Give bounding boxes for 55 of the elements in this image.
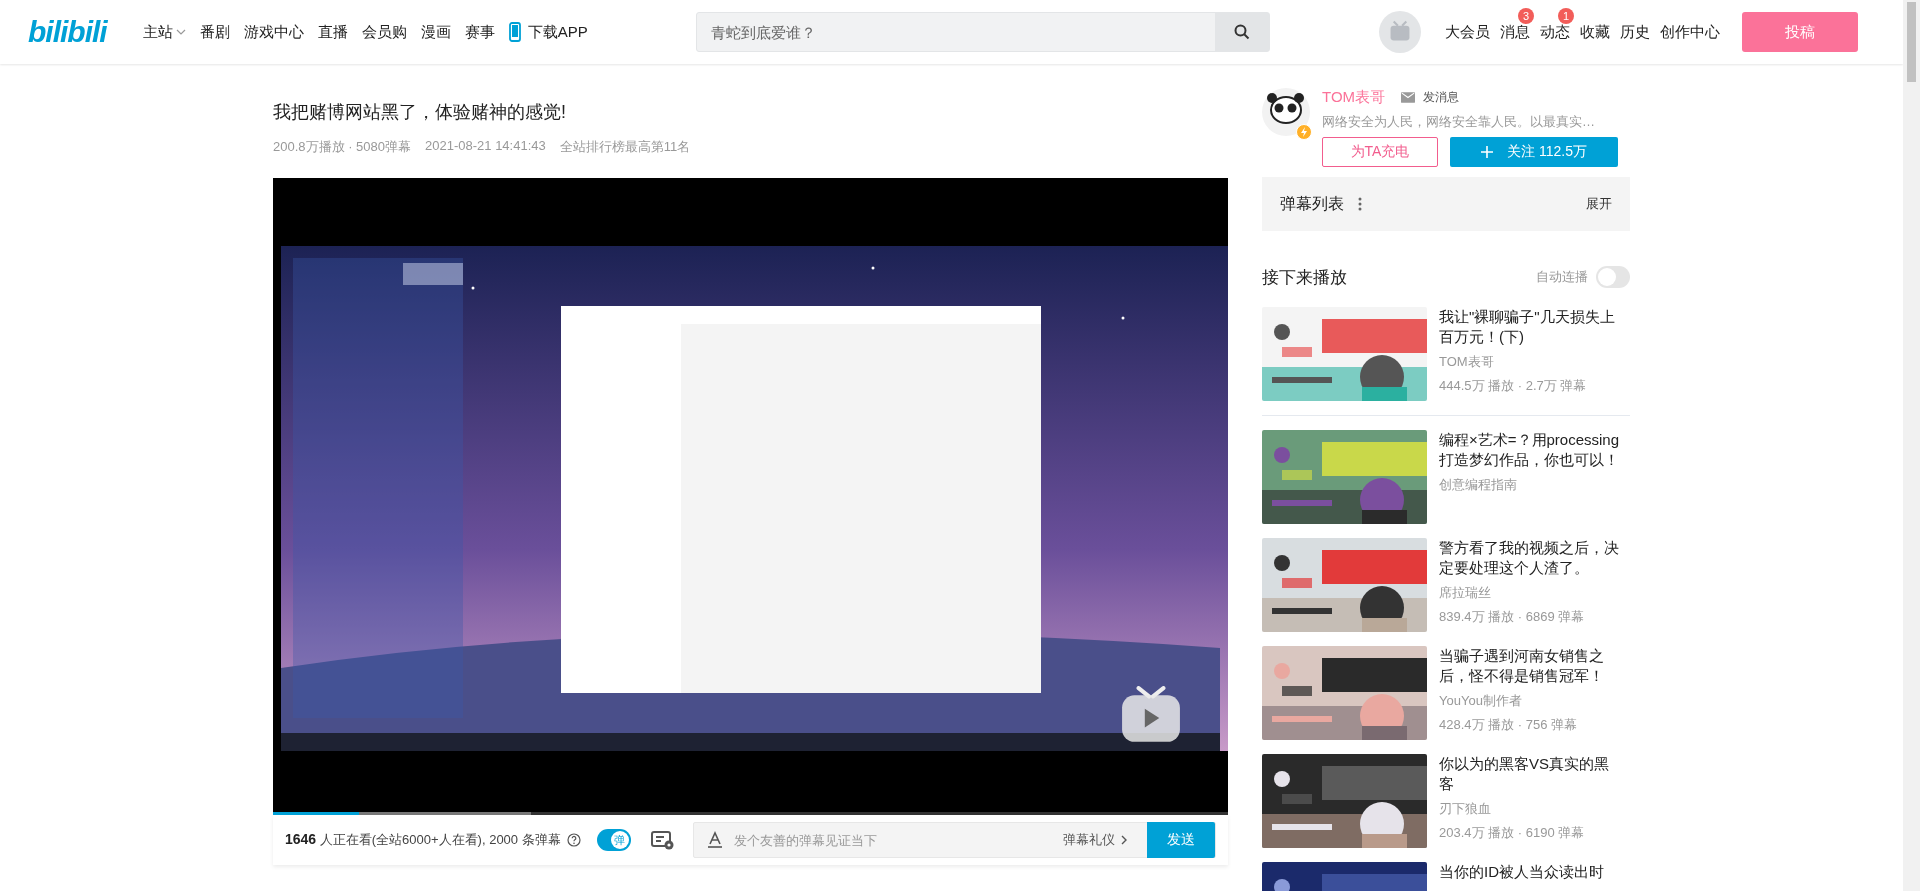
viewer-count: 1646 人正在看(全站6000+人在看), 2000 条弹幕	[285, 831, 561, 849]
video-stats: 444.5万 播放 · 2.7万 弹幕	[1439, 377, 1588, 395]
nav-link[interactable]: 直播	[317, 22, 348, 42]
publish-date: 2021-08-21 14:41:43	[425, 138, 546, 155]
nav-link[interactable]: 赛事	[464, 22, 495, 42]
danmaku-input-field[interactable]: 发个友善的弹幕见证当下	[731, 831, 1063, 849]
danmaku-input-bar[interactable]: 发个友善的弹幕见证当下 弹幕礼仪 发送	[692, 822, 1216, 858]
help-icon[interactable]	[566, 833, 581, 847]
nav-link[interactable]: 番剧	[199, 22, 230, 42]
search-button[interactable]	[1215, 13, 1270, 51]
video-link[interactable]: 编程×艺术=？用processing打造梦幻作品，你也可以！	[1439, 430, 1623, 470]
lightning-badge-icon	[1296, 124, 1312, 140]
download-app-link[interactable]: 下载APP	[508, 22, 588, 42]
user-link[interactable]: 消息	[1500, 22, 1530, 42]
play-icon[interactable]	[1120, 686, 1182, 744]
video-link[interactable]: 当骗子遇到河南女销售之后，怪不得是销售冠军！	[1439, 646, 1623, 686]
phone-icon	[508, 22, 521, 42]
user-link[interactable]: 大会员	[1445, 22, 1490, 42]
user-link[interactable]: 收藏	[1580, 22, 1610, 42]
user-link[interactable]: 创作中心	[1660, 22, 1720, 42]
message-link[interactable]: 发消息	[1401, 89, 1460, 106]
nav-link[interactable]: 漫画	[420, 22, 451, 42]
video-stats: 203.4万 播放 · 6190 弹幕	[1439, 824, 1586, 842]
mail-icon	[1401, 92, 1416, 103]
section-title: 接下来播放	[1262, 266, 1347, 289]
chevron-icon	[1121, 835, 1127, 845]
more-icon[interactable]	[1358, 197, 1362, 211]
nav-link[interactable]: 会员购	[361, 22, 407, 42]
caret-icon	[175, 29, 186, 35]
user-link[interactable]: 历史	[1620, 22, 1650, 42]
count-badge: 3	[1518, 7, 1534, 24]
video-link[interactable]: 警方看了我的视频之后，决定要处理这个人渣了。	[1439, 538, 1623, 578]
video-link[interactable]: 我让"裸聊骗子"几天损失上百万元！(下)	[1439, 307, 1623, 347]
video-stats: 428.4万 播放 · 756 弹幕	[1439, 716, 1578, 734]
autoplay-switch[interactable]	[1596, 266, 1630, 288]
panel-title: 弹幕列表	[1280, 193, 1344, 214]
video-title: 我把赌博网站黑了，体验赌神的感觉!	[273, 101, 567, 124]
count-badge: 1	[1558, 7, 1574, 24]
font-style-icon[interactable]	[705, 831, 724, 849]
video-link[interactable]: 你以为的黑客VS真实的黑客	[1439, 754, 1623, 794]
danmaku-settings-icon[interactable]	[650, 830, 675, 850]
user-link[interactable]: 动态	[1540, 22, 1570, 42]
avatar[interactable]	[1262, 88, 1310, 136]
play-stats: 200.8万播放 · 5080弹幕	[273, 138, 411, 156]
nav-link[interactable]: 主站	[142, 22, 186, 42]
video-stats: 839.4万 播放 · 6869 弹幕	[1439, 608, 1586, 626]
scrollbar[interactable]	[1903, 0, 1920, 891]
etiquette-link[interactable]: 弹幕礼仪	[1063, 831, 1127, 849]
autoplay-label: 自动连播	[1536, 268, 1588, 286]
author-bio: 网络安全为人民，网络安全靠人民。以最真实…	[1322, 113, 1596, 131]
plus-icon	[1481, 146, 1494, 158]
search-icon	[1234, 24, 1251, 40]
expand-link[interactable]: 展开	[1586, 195, 1612, 213]
nav-link[interactable]: 游戏中心	[243, 22, 304, 42]
video-link[interactable]: 当你的ID被人当众读出时	[1439, 862, 1623, 882]
